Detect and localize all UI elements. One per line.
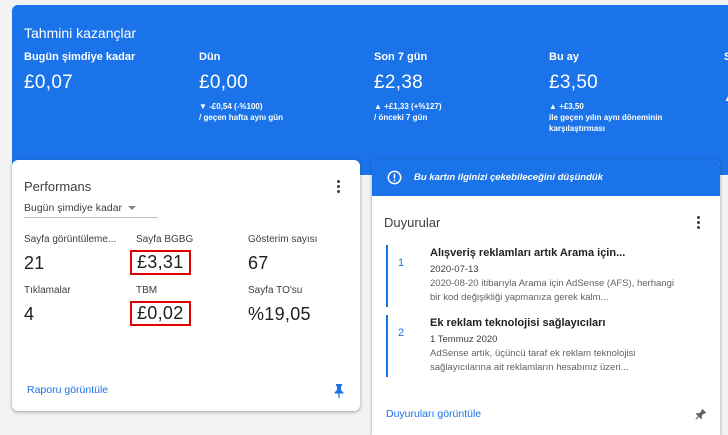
earnings-value: £0,00: [199, 72, 249, 93]
announcement-body: AdSense artık, üçüncü taraf ek reklam te…: [430, 348, 636, 373]
metric-label: Gösterim sayısı: [248, 234, 318, 245]
performance-card: Performans Bugün şimdiye kadar Sayfa gör…: [12, 160, 360, 411]
earnings-compare: / geçen hafta aynı gün: [199, 113, 284, 122]
announcement-date: 1 Temmuz 2020: [430, 334, 498, 345]
announcement-headline[interactable]: Ek reklam teknolojisi sağlayıcıları: [430, 317, 605, 329]
earnings-label: Bu ay: [549, 51, 579, 63]
metric-cpc[interactable]: TBM £0,02: [130, 285, 246, 326]
earnings-compare: / önceki 7 gün: [374, 113, 428, 122]
earnings-value: £2,38: [374, 72, 424, 93]
announcement-date: 2020-07-13: [430, 264, 479, 275]
caret-down-icon: [128, 206, 137, 211]
earnings-last-7-days[interactable]: Son 7 gün £2,38 ▲ +£1,33 (+%127) / öncek…: [374, 51, 544, 123]
earnings-this-month[interactable]: Bu ay £3,50 ▲ +£3,50 ile geçen yılın ayn…: [549, 51, 679, 134]
earnings-change: ▲ +£3,50: [549, 102, 584, 111]
metric-value: 67: [248, 253, 269, 273]
earnings-label: Bugün şimdiye kadar: [24, 51, 136, 63]
suggestion-text: Bu kartın ilginizi çekebileceğini düşünd…: [414, 172, 603, 183]
metric-page-views[interactable]: Sayfa görüntüleme... 21: [24, 234, 134, 274]
info-badge-icon: [387, 170, 402, 185]
metric-value-highlighted: £0,02: [130, 301, 191, 326]
metric-value: 21: [24, 253, 45, 273]
earnings-label: Dün: [199, 51, 221, 63]
earnings-label: S: [724, 51, 728, 63]
metric-value: %19,05: [248, 304, 311, 324]
earnings-cut-off-column[interactable]: S ▲: [724, 51, 728, 104]
metric-clicks[interactable]: Tıklamalar 4: [24, 285, 134, 325]
metric-label: Sayfa TO'su: [248, 285, 303, 296]
earnings-value: £0,07: [24, 72, 74, 93]
metric-value-highlighted: £3,31: [130, 250, 191, 275]
more-vert-icon[interactable]: [337, 180, 341, 194]
estimated-earnings-card: Tahmini kazançlar Bugün şimdiye kadar £0…: [12, 5, 728, 175]
announcement-accent-bar: [386, 245, 388, 307]
metric-impressions[interactable]: Gösterim sayısı 67: [248, 234, 358, 274]
earnings-change: ▲ +£1,33 (+%127): [374, 102, 442, 111]
metric-page-rpm[interactable]: Sayfa BGBG £3,31: [130, 234, 246, 275]
earnings-change: ▲: [724, 94, 728, 103]
view-announcements-link[interactable]: Duyuruları görüntüle: [386, 408, 481, 420]
announcement-number: 2: [398, 327, 405, 339]
metric-page-ctr[interactable]: Sayfa TO'su %19,05: [248, 285, 358, 325]
period-dropdown-value: Bugün şimdiye kadar: [24, 202, 123, 214]
more-vert-icon[interactable]: [697, 216, 701, 230]
suggestion-banner: Bu kartın ilginizi çekebileceğini düşünd…: [372, 160, 720, 196]
announcements-title: Duyurular: [384, 215, 441, 230]
earnings-value: £3,50: [549, 72, 599, 93]
metric-label: Sayfa BGBG: [136, 234, 194, 245]
metric-value: 4: [24, 304, 35, 324]
announcement-headline[interactable]: Alışveriş reklamları artık Arama için...: [430, 247, 625, 259]
announcement-accent-bar: [386, 315, 388, 377]
announcements-card: Bu kartın ilginizi çekebileceğini düşünd…: [372, 160, 720, 435]
metric-label: Sayfa görüntüleme...: [24, 234, 117, 245]
dropdown-underline: [24, 217, 158, 218]
earnings-compare: ile geçen yılın aynı döneminin karşılaşt…: [549, 113, 663, 133]
pin-icon[interactable]: [694, 408, 706, 422]
metric-label: Tıklamalar: [24, 285, 71, 296]
earnings-today[interactable]: Bugün şimdiye kadar £0,07: [24, 51, 194, 94]
earnings-change: ▼ -£0,54 (-%100): [199, 102, 263, 111]
metric-label: TBM: [136, 285, 158, 296]
earnings-label: Son 7 gün: [374, 51, 428, 63]
pin-icon[interactable]: [334, 384, 344, 398]
view-report-link[interactable]: Raporu görüntüle: [27, 384, 108, 396]
earnings-yesterday[interactable]: Dün £0,00 ▼ -£0,54 (-%100) / geçen hafta…: [199, 51, 369, 123]
performance-title: Performans: [24, 179, 92, 194]
earnings-title: Tahmini kazançlar: [24, 25, 137, 41]
announcement-number: 1: [398, 257, 405, 269]
announcement-body: 2020-08-20 itibarıyla Arama için AdSense…: [430, 278, 674, 303]
period-dropdown[interactable]: Bugün şimdiye kadar: [24, 202, 137, 214]
